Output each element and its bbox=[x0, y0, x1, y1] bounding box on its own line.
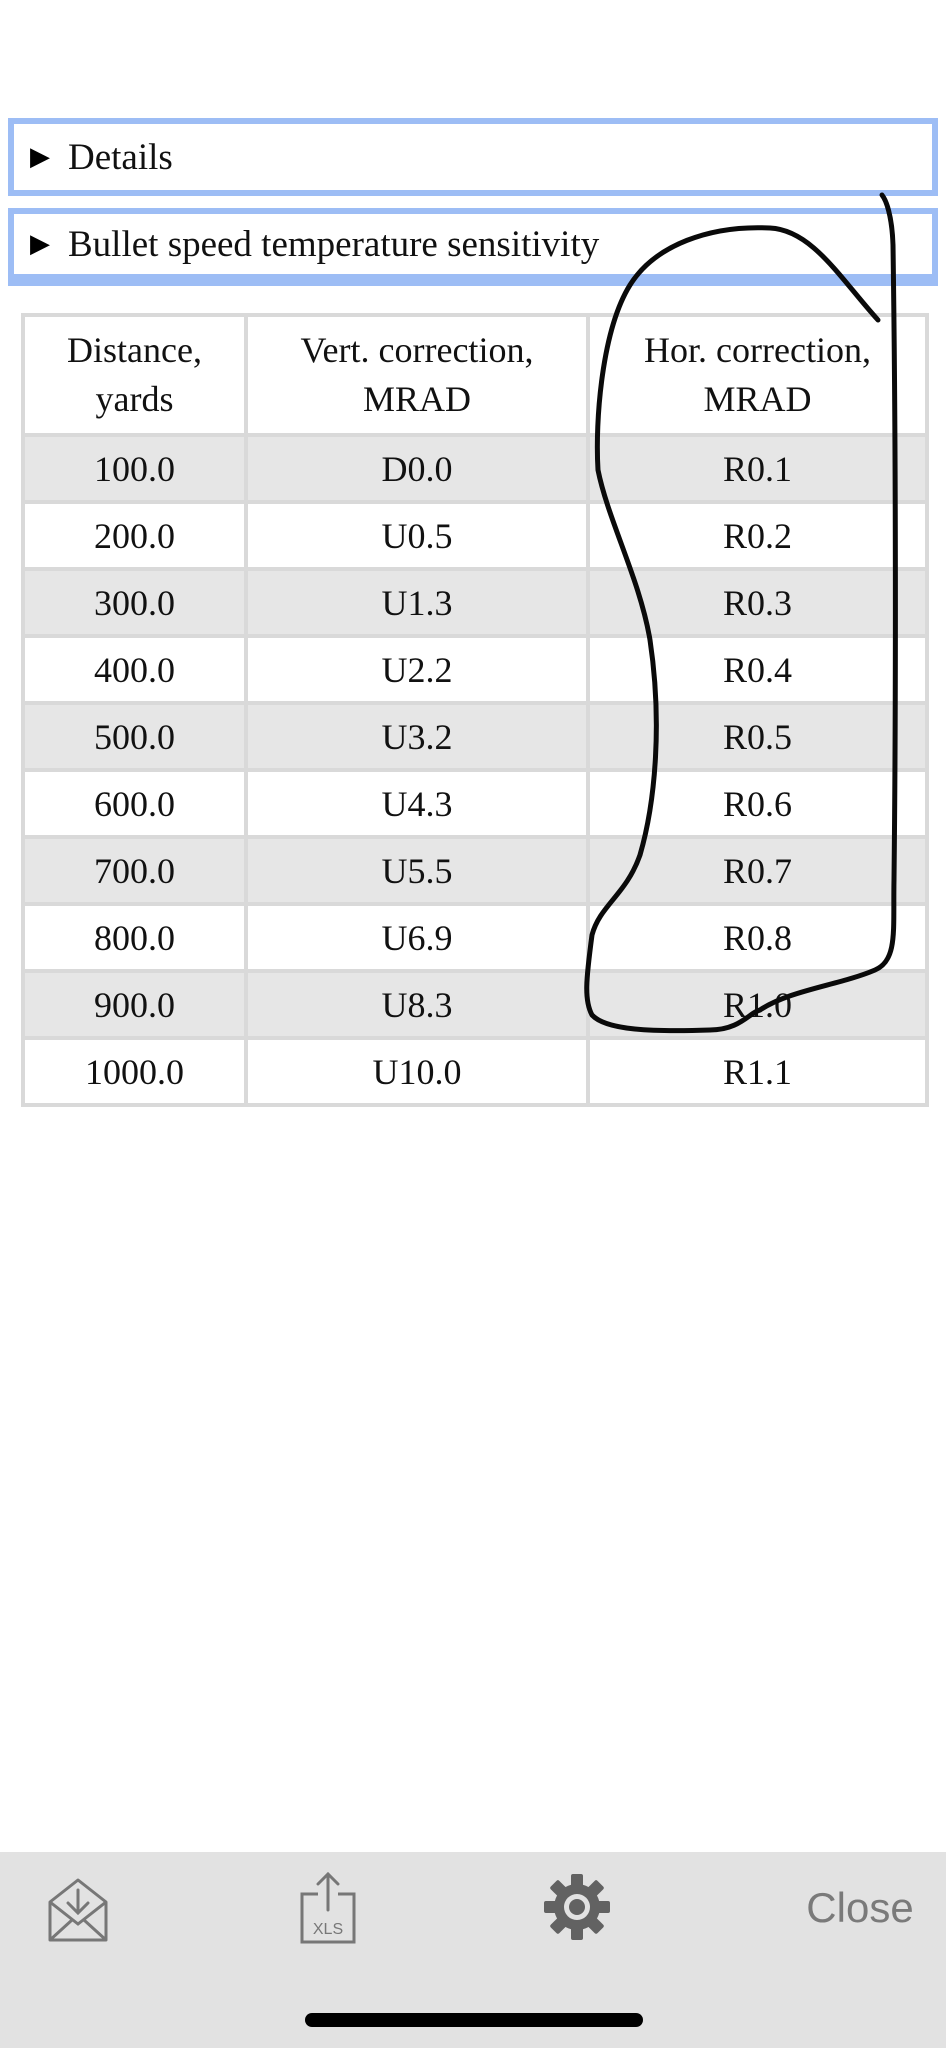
table-row: 300.0 U1.3 R0.3 bbox=[21, 567, 929, 638]
table-row: 400.0 U2.2 R0.4 bbox=[21, 634, 929, 705]
cell-distance: 100.0 bbox=[21, 433, 248, 504]
table-row: 100.0 D0.0 R0.1 bbox=[21, 433, 929, 504]
table-header-row: Distance, yards Vert. correction, MRAD H… bbox=[21, 313, 929, 437]
cell-distance: 800.0 bbox=[21, 902, 248, 973]
cell-distance: 600.0 bbox=[21, 768, 248, 839]
cell-vert: U4.3 bbox=[244, 768, 590, 839]
cell-hor: R0.1 bbox=[586, 433, 929, 504]
table-row: 200.0 U0.5 R0.2 bbox=[21, 500, 929, 571]
cell-hor: R1.0 bbox=[586, 969, 929, 1040]
cell-vert: U6.9 bbox=[244, 902, 590, 973]
cell-vert: U1.3 bbox=[244, 567, 590, 638]
table-row: 600.0 U4.3 R0.6 bbox=[21, 768, 929, 839]
settings-button[interactable] bbox=[542, 1872, 612, 1942]
cell-distance: 400.0 bbox=[21, 634, 248, 705]
header-vert-correction: Vert. correction, MRAD bbox=[244, 313, 590, 437]
table-row: 500.0 U3.2 R0.5 bbox=[21, 701, 929, 772]
cell-hor: R0.7 bbox=[586, 835, 929, 906]
cell-hor: R0.8 bbox=[586, 902, 929, 973]
ballistic-table: Distance, yards Vert. correction, MRAD H… bbox=[21, 313, 929, 1107]
bullet-speed-label: Bullet speed temperature sensitivity bbox=[68, 223, 600, 265]
cell-distance: 900.0 bbox=[21, 969, 248, 1040]
disclosure-triangle-icon: ▶ bbox=[30, 142, 50, 171]
cell-distance: 300.0 bbox=[21, 567, 248, 638]
details-disclosure[interactable]: ▶ Details bbox=[8, 118, 938, 196]
details-label: Details bbox=[68, 136, 173, 178]
cell-vert: U10.0 bbox=[244, 1036, 590, 1107]
disclosure-triangle-icon: ▶ bbox=[30, 229, 50, 258]
xls-text: XLS bbox=[313, 1921, 343, 1938]
cell-distance: 500.0 bbox=[21, 701, 248, 772]
home-indicator bbox=[305, 2013, 643, 2027]
close-button[interactable]: Close bbox=[790, 1880, 930, 1936]
cell-vert: U2.2 bbox=[244, 634, 590, 705]
table-row: 700.0 U5.5 R0.7 bbox=[21, 835, 929, 906]
mail-download-icon bbox=[48, 1878, 108, 1942]
cell-vert: U8.3 bbox=[244, 969, 590, 1040]
cell-hor: R0.2 bbox=[586, 500, 929, 571]
cell-hor: R1.1 bbox=[586, 1036, 929, 1107]
cell-hor: R0.4 bbox=[586, 634, 929, 705]
cell-vert: U0.5 bbox=[244, 500, 590, 571]
cell-distance: 200.0 bbox=[21, 500, 248, 571]
cell-vert: U5.5 bbox=[244, 835, 590, 906]
cell-vert: D0.0 bbox=[244, 433, 590, 504]
xls-export-button[interactable]: XLS bbox=[298, 1870, 358, 1946]
table-row: 900.0 U8.3 R1.0 bbox=[21, 969, 929, 1040]
cell-distance: 1000.0 bbox=[21, 1036, 248, 1107]
mail-download-button[interactable] bbox=[46, 1872, 110, 1944]
header-distance: Distance, yards bbox=[21, 313, 248, 437]
table-row: 800.0 U6.9 R0.8 bbox=[21, 902, 929, 973]
cell-vert: U3.2 bbox=[244, 701, 590, 772]
xls-export-icon: XLS bbox=[300, 1871, 356, 1944]
cell-hor: R0.6 bbox=[586, 768, 929, 839]
bullet-speed-disclosure[interactable]: ▶ Bullet speed temperature sensitivity bbox=[8, 208, 938, 286]
header-hor-correction: Hor. correction, MRAD bbox=[586, 313, 929, 437]
cell-hor: R0.5 bbox=[586, 701, 929, 772]
table-row: 1000.0 U10.0 R1.1 bbox=[21, 1036, 929, 1107]
gear-icon bbox=[544, 1874, 610, 1940]
cell-hor: R0.3 bbox=[586, 567, 929, 638]
cell-distance: 700.0 bbox=[21, 835, 248, 906]
